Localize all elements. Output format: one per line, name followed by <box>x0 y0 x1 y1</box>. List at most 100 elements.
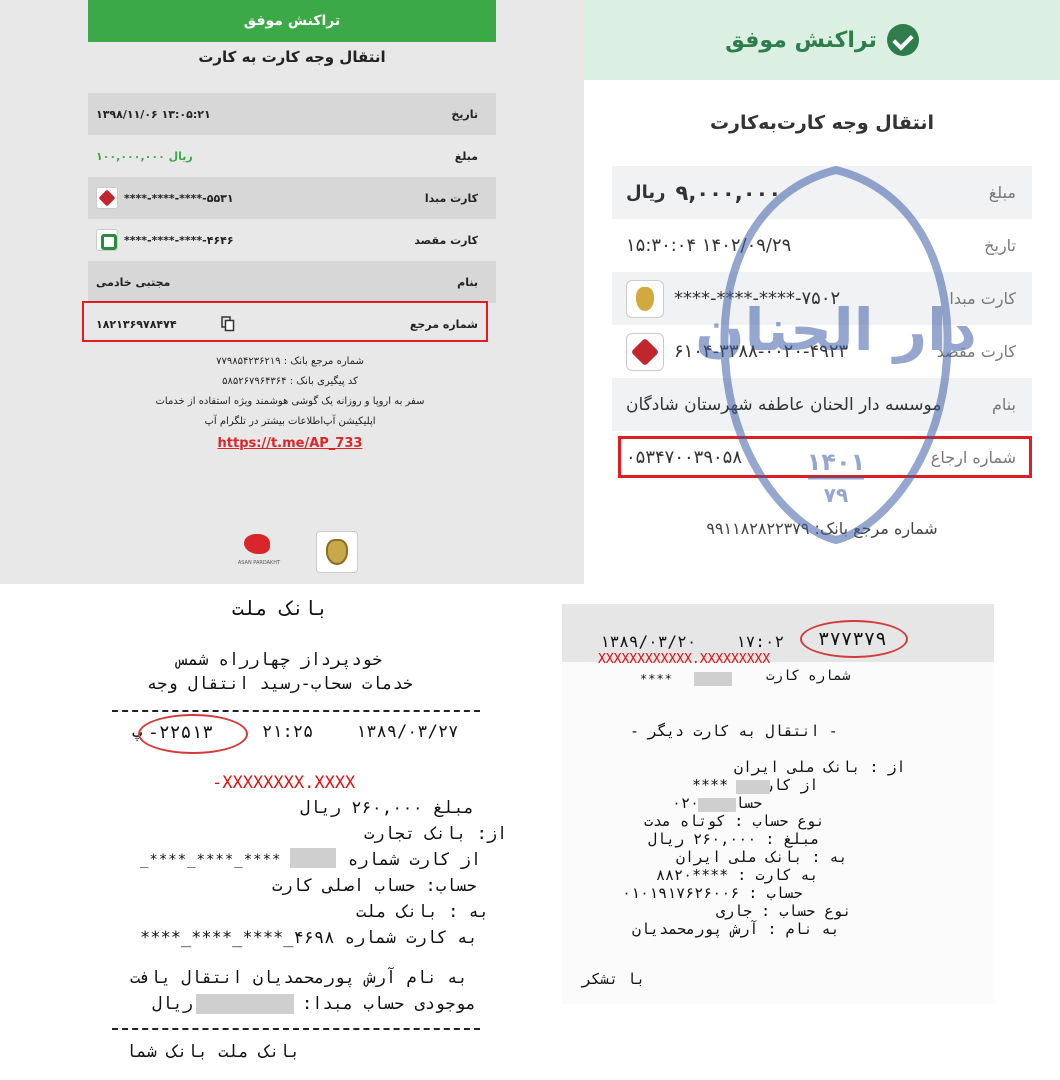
receipt-time: ۲۱:۲۵ <box>262 722 314 742</box>
receipt-card-mask: ****_****_****_ <box>140 852 282 868</box>
atm-receipt-1: بانک ملت خودپرداز چهارراه شمس خدمات سحاب… <box>0 584 560 1080</box>
bank-mellat-logo-icon <box>626 332 664 371</box>
redacted-line: XXXXXXXXXXXX.XXXXXXXXX <box>598 652 771 667</box>
row-value: ۶۱۰۴-۳۳۸۸-۰۰۲۰-۴۹۲۳ <box>674 341 849 362</box>
blurred-balance <box>196 994 294 1014</box>
row-value: ۱۰۰,۰۰۰,۰۰۰ ریال <box>96 149 193 163</box>
promo-line: اپلیکیشن آپ‌اطلاعات بیشتر در تلگرام آپ <box>204 416 376 427</box>
row-dest-card: کارت مقصد ۶۱۰۴-۳۳۸۸-۰۰۲۰-۴۹۲۳ <box>612 325 1032 378</box>
receipt-card-mask: **** <box>640 672 673 686</box>
receipt-line: مبلغ : ۲۶۰,۰۰۰ ریال <box>648 830 820 848</box>
receipt-from-card: از کارت شماره <box>348 850 482 870</box>
receipt-service: خدمات سحاب-رسید انتقال وجه <box>146 674 414 694</box>
receipt-to-bank: به : بانک ملت <box>356 902 490 922</box>
receipt-transfer-title: - انتقال به کارت دیگر - <box>630 722 838 740</box>
row-label: کارت مقصد <box>936 342 1016 361</box>
row-value: ****-****-****-۷۵۰۲ <box>674 288 841 309</box>
row-value: مجتبی خادمی <box>96 275 171 289</box>
row-value-wrap: ****-****-****-۴۶۴۶ <box>96 229 234 251</box>
blurred-digits <box>290 848 336 868</box>
transaction-title: انتقال وجه کارت‌به‌کارت <box>709 112 935 134</box>
divider <box>112 710 480 712</box>
row-value: ۱۵:۳۰:۰۴ ۱۴۰۲/۰۹/۲۹ <box>626 235 792 256</box>
receipt-line: نوع حساب : جاری <box>716 902 852 920</box>
highlight-oval <box>138 714 248 754</box>
asan-pardakht-caption: ASAN PARDAKHT <box>237 560 281 566</box>
transaction-title: انتقال وجه کارت به کارت <box>198 48 386 66</box>
row-date: تاریخ ۱۳۹۸/۱۱/۰۶ ۱۳:۰۵:۲۱ <box>88 93 496 135</box>
row-label: بنام <box>991 395 1016 414</box>
receipt-account: حساب: حساب اصلی کارت <box>272 876 477 896</box>
row-value: ۱۳۹۸/۱۱/۰۶ ۱۳:۰۵:۲۱ <box>96 107 211 121</box>
bank-mellat-logo-icon <box>96 187 118 209</box>
row-dest-card: کارت مقصد ****-****-****-۴۶۴۶ <box>88 219 496 261</box>
row-value-wrap: ****-****-****-۵۵۳۱ <box>96 187 234 209</box>
row-value-wrap: ریال ۹,۰۰۰,۰۰۰ <box>626 181 781 205</box>
row-amount: مبلغ ریال ۹,۰۰۰,۰۰۰ <box>612 166 1032 219</box>
row-source-card: کارت مبدا ****-****-****-۷۵۰۲ <box>612 272 1032 325</box>
bank-tracking-line: کد پیگیری بانک : ۵۸۵۲۶۷۹۶۴۳۶۴ <box>222 376 358 387</box>
row-label: تاریخ <box>984 236 1016 255</box>
row-label: کارت مبدا <box>949 289 1016 308</box>
receipt-atm-location: خودپرداز چهارراه شمس <box>177 650 383 670</box>
bank-melli-logo-icon <box>316 531 358 573</box>
footer-logos: ASAN PARDAKHT <box>236 530 358 574</box>
row-value: ****-****-****-۵۵۳۱ <box>124 191 234 205</box>
blurred-digits <box>698 798 736 812</box>
receipt-balance: موجودی حساب مبدا: <box>302 994 476 1014</box>
receipt-date: ۱۳۸۹/۰۳/۲۷ <box>356 722 459 742</box>
receipt-footer: بانک ملت بانک شما <box>126 1042 300 1062</box>
row-value: ۹,۰۰۰,۰۰۰ <box>675 180 782 205</box>
bank-ref-line: شماره مرجع بانک : ۷۷۹۸۵۴۲۳۶۲۱۹ <box>216 356 364 367</box>
row-date: تاریخ ۱۵:۳۰:۰۴ ۱۴۰۲/۰۹/۲۹ <box>612 219 1032 272</box>
row-name: بنام مجتبی خادمی <box>88 261 496 303</box>
receipt-from-bank: از: بانک تجارت <box>364 824 508 844</box>
receipt-time: ۱۷:۰۲ <box>736 632 785 651</box>
receipt-line: به نام : آرش پورمحمدیان <box>632 920 840 938</box>
row-source-card: کارت مبدا ****-****-****-۵۵۳۱ <box>88 177 496 219</box>
row-label: مبلغ <box>454 149 478 163</box>
bank-resalat-logo-icon <box>96 229 118 251</box>
receipt-line: حساب : ۰۱۰۱۹۱۷۶۲۶۰۰۶ <box>622 884 803 902</box>
telegram-link[interactable]: https://t.me/AP_733 <box>120 434 460 454</box>
currency-unit: ریال <box>626 182 666 203</box>
row-value: موسسه دار الحنان عاطفه شهرستان شادگان <box>626 394 942 415</box>
receipt-panel-app-1: تراکنش موفق انتقال وجه کارت به کارت تاری… <box>0 0 584 584</box>
blurred-digits <box>694 672 732 686</box>
divider <box>112 1028 480 1030</box>
receipt-line: نوع حساب : کوتاه مدت <box>644 812 825 830</box>
receipt-bank-name: بانک ملت <box>231 596 329 620</box>
row-label: بنام <box>457 275 478 289</box>
blurred-digits <box>736 780 770 794</box>
row-label: تاریخ <box>451 107 478 121</box>
receipt-balance-unit: ریال <box>152 994 193 1014</box>
success-title: تراکنش موفق <box>725 27 877 53</box>
watermark-sub: ۷۹ <box>824 483 848 507</box>
row-label: مبلغ <box>988 183 1016 202</box>
row-name: بنام موسسه دار الحنان عاطفه شهرستان شادگ… <box>612 378 1032 431</box>
asan-pardakht-logo-icon: ASAN PARDAKHT <box>236 530 282 574</box>
promo-line: سفر به اروپا و روزانه یک گوشی هوشمند ویژ… <box>155 396 425 407</box>
receipt-thanks: با تشکر <box>582 970 646 988</box>
bank-reference: شماره مرجع بانک: ۹۹۱۱۸۲۸۲۲۳۷۹ <box>706 519 938 538</box>
bank-info: شماره مرجع بانک : ۷۷۹۸۵۴۲۳۶۲۱۹ کد پیگیری… <box>120 352 460 454</box>
receipt-card-label: شماره کارت <box>766 668 851 684</box>
receipt-line: از : بانک ملی ایران <box>734 758 906 776</box>
receipt-date: ۱۳۸۹/۰۳/۲۰ <box>600 632 697 651</box>
receipt-line: به کارت : ****۸۸۲۰ <box>656 866 819 884</box>
row-label: کارت مقصد <box>414 233 478 247</box>
highlight-box <box>618 436 1032 478</box>
row-amount: مبلغ ۱۰۰,۰۰۰,۰۰۰ ریال <box>88 135 496 177</box>
receipt-line: به : بانک ملی ایران <box>676 848 848 866</box>
atm-receipt-2: ۱۳۸۹/۰۳/۲۰ ۱۷:۰۲ ۳۷۷۳۷۹ XXXXXXXXXXXX.XXX… <box>560 590 1060 1080</box>
bank-melli-logo-icon <box>626 279 664 318</box>
row-label: کارت مبدا <box>424 191 478 205</box>
redacted-card: -XXXXXXXX.XXXX <box>212 773 356 793</box>
highlight-box <box>82 301 488 342</box>
success-header: تراکنش موفق <box>584 0 1060 80</box>
row-value-wrap: ****-****-****-۷۵۰۲ <box>626 279 841 318</box>
receipt-amount: مبلغ ۲۶۰,۰۰۰ ریال <box>300 798 475 818</box>
row-value: ****-****-****-۴۶۴۶ <box>124 233 234 247</box>
receipt-to-card: به کارت شماره ۴۶۹۸_****_****_**** <box>140 928 478 948</box>
receipt-transferred: به نام آرش پورمحمدیان انتقال یافت <box>130 968 468 988</box>
